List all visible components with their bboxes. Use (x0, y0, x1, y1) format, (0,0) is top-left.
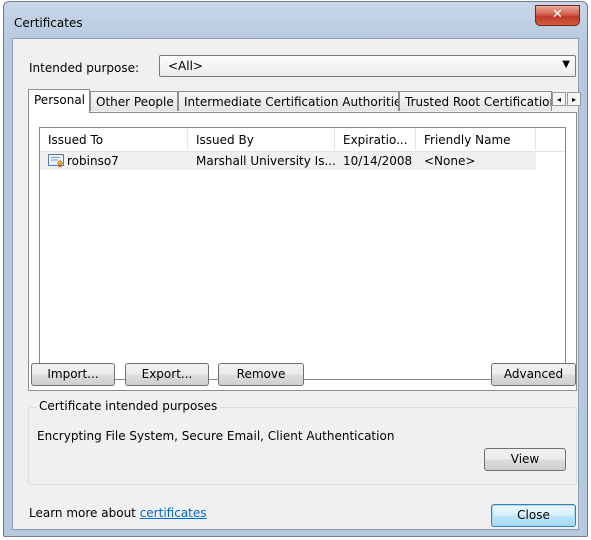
intended-purpose-value: <All> (168, 59, 203, 73)
certificate-purposes-group: Certificate intended purposes Encrypting… (28, 399, 577, 485)
intended-purposes-text: Encrypting File System, Secure Email, Cl… (37, 429, 395, 443)
learn-more-text: Learn more about certificates (29, 506, 207, 520)
window-title: Certificates (14, 16, 83, 30)
tab-other-people-label: Other People (96, 95, 174, 109)
close-button[interactable]: Close (491, 504, 576, 527)
column-issued-by-label: Issued By (196, 133, 254, 147)
certificate-list[interactable]: Issued To Issued By Expiratio... Friendl… (39, 127, 566, 380)
column-header-issued-by[interactable]: Issued By (188, 128, 335, 150)
close-button-label: Close (517, 508, 550, 522)
export-button-label: Export... (141, 367, 193, 381)
view-button[interactable]: View (484, 448, 566, 471)
tab-trusted-root-label: Trusted Root Certification (405, 95, 552, 109)
remove-button[interactable]: Remove (218, 363, 304, 386)
advanced-button-label: Advanced (503, 367, 564, 381)
column-header-friendly-name[interactable]: Friendly Name (416, 128, 536, 150)
close-icon: ✕ (552, 7, 563, 22)
remove-button-label: Remove (236, 367, 286, 381)
cell-friendly-name: <None> (424, 154, 476, 168)
table-row[interactable]: robinso7 Marshall University Is... 10/14… (40, 152, 536, 170)
tab-scroll-left-button[interactable]: ◂ (552, 92, 566, 106)
certificate-icon (48, 154, 64, 168)
tab-personal-label: Personal (34, 93, 86, 107)
intended-purpose-select[interactable]: <All> ▼ (159, 55, 576, 77)
dialog-body: Intended purpose: <All> ▼ Personal Other… (12, 38, 581, 530)
tab-scroll-right-button[interactable]: ▸ (567, 92, 581, 106)
tab-trusted-root-certification[interactable]: Trusted Root Certification (399, 91, 552, 111)
tab-intermediate-certification-authorities[interactable]: Intermediate Certification Authorities (178, 91, 399, 111)
column-issued-to-label: Issued To (48, 133, 104, 147)
column-friendly-name-label: Friendly Name (424, 133, 511, 147)
title-bar[interactable]: Certificates ✕ (4, 2, 587, 38)
chevron-left-icon: ◂ (556, 95, 561, 104)
personal-tab-panel: Issued To Issued By Expiratio... Friendl… (28, 112, 577, 391)
certificate-store-tabs: Personal Other People Intermediate Certi… (28, 89, 581, 113)
import-button-label: Import... (47, 367, 99, 381)
column-header-issued-to[interactable]: Issued To (40, 128, 188, 150)
certificates-link[interactable]: certificates (140, 506, 207, 520)
certificates-window: Certificates ✕ Intended purpose: <All> ▼… (3, 1, 588, 537)
learn-more-prefix: Learn more about (29, 506, 140, 520)
list-header: Issued To Issued By Expiratio... Friendl… (40, 128, 565, 152)
view-button-label: View (510, 452, 540, 466)
column-header-expiration[interactable]: Expiratio... (335, 128, 416, 150)
cell-issued-by: Marshall University Is... (196, 154, 336, 168)
group-title: Certificate intended purposes (37, 399, 220, 413)
intended-purpose-label: Intended purpose: (29, 61, 140, 75)
tab-other-people[interactable]: Other People (90, 91, 178, 111)
import-button[interactable]: Import... (31, 363, 115, 386)
cell-issued-to: robinso7 (67, 154, 119, 168)
window-close-button[interactable]: ✕ (535, 5, 580, 26)
chevron-down-icon: ▼ (562, 59, 570, 70)
advanced-button[interactable]: Advanced (491, 363, 576, 386)
cell-expiration: 10/14/2008 (343, 154, 413, 168)
chevron-right-icon: ▸ (571, 95, 576, 104)
column-expiration-label: Expiratio... (343, 133, 408, 147)
export-button[interactable]: Export... (125, 363, 209, 386)
tab-personal[interactable]: Personal (28, 89, 90, 113)
tab-intermediate-label: Intermediate Certification Authorities (184, 95, 399, 109)
